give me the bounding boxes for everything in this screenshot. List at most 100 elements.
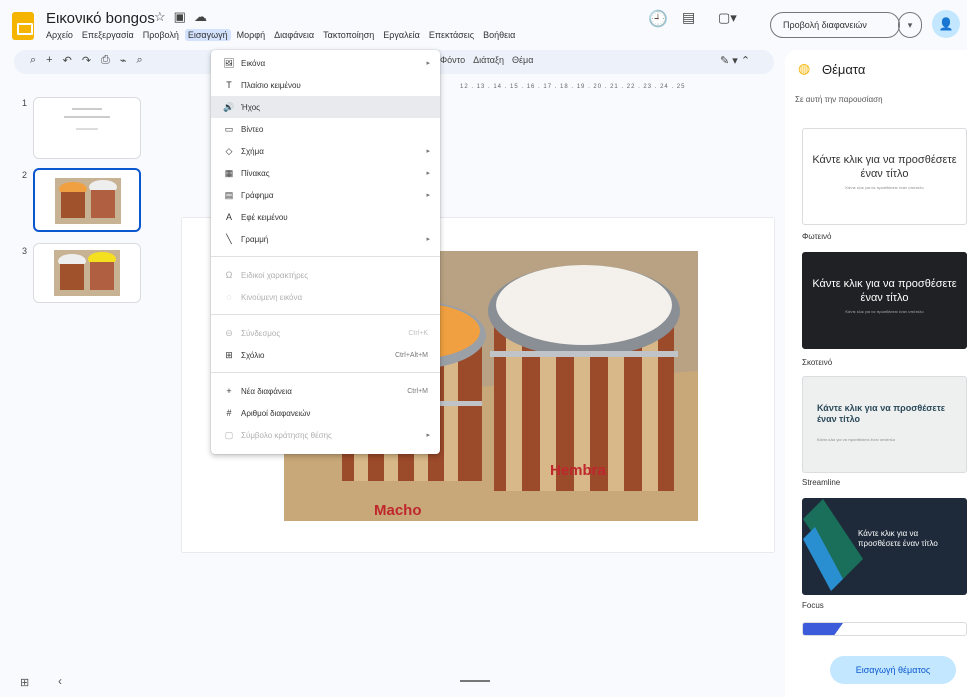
undo-icon[interactable]: ↶ — [63, 54, 72, 67]
theme-card-subtitle: Κάντε κλικ για να προσθέσετε έναν υπότιτ… — [845, 309, 924, 314]
theme-card-title: Κάντε κλικ για να προσθέσετε έναν τίτλο — [858, 529, 938, 548]
placeholder-icon: ▢ — [224, 429, 234, 440]
theme-button[interactable]: Θέμα — [512, 55, 533, 65]
menu-item-video[interactable]: ▭ Βίντεο — [211, 118, 440, 140]
import-theme-button[interactable]: Εισαγωγή θέματος — [830, 656, 956, 684]
print-icon[interactable]: ⎙ — [101, 54, 110, 67]
link-icon: ⊝ — [225, 327, 233, 338]
history-icon[interactable]: 🕘 — [648, 9, 668, 29]
submenu-arrow-icon: ▸ — [426, 170, 430, 177]
theme-card-subtitle: Κάντε κλικ για να προσθέσετε έναν υπότιτ… — [845, 185, 924, 190]
menu-file[interactable]: Αρχείο — [46, 30, 73, 40]
menu-item-image[interactable]: 🖼 Εικόνα ▸ — [211, 52, 440, 74]
themes-title: Θέματα — [822, 62, 866, 77]
themes-subtitle: Σε αυτή την παρουσίαση — [795, 95, 883, 104]
theme-card-title: Κάντε κλικ για να προσθέσετε έναν τίτλο — [817, 403, 945, 424]
star-icon[interactable]: ☆ — [154, 9, 166, 25]
menu-item-word-art[interactable]: A Εφέ κειμένου — [211, 206, 440, 228]
pen-icon[interactable]: ✎ ▾ ⌃ — [720, 54, 750, 67]
toolbar-icons: ⌕ + ↶ ↷ ⎙ ⌁ ⌕ — [30, 54, 143, 67]
cloud-status-icon[interactable]: ☁ — [194, 9, 207, 25]
layout-button[interactable]: Διάταξη — [473, 55, 504, 65]
menu-edit[interactable]: Επεξεργασία — [82, 30, 134, 40]
menu-item-link[interactable]: ⊝ Σύνδεσμος Ctrl+K — [211, 322, 440, 344]
redo-icon[interactable]: ↷ — [82, 54, 91, 67]
slideshow-dropdown-icon[interactable]: ▾ — [898, 12, 922, 38]
collapse-filmstrip-icon[interactable]: ‹ — [58, 674, 62, 688]
search-menus-icon[interactable]: ⌕ — [30, 54, 36, 67]
omega-icon: Ω — [225, 270, 233, 280]
slide-number: 1 — [22, 98, 28, 108]
theme-card-title: Κάντε κλικ για να προσθέσετε έναν τίτλο — [812, 278, 957, 304]
menu-item-new-slide[interactable]: + Νέα διαφάνεια Ctrl+M — [211, 380, 440, 402]
menu-item-placeholder[interactable]: ▢ Σύμβολο κράτησης θέσης ▸ — [211, 424, 440, 446]
theme-card-subtitle: Κάντε κλικ για να προσθέσετε έναν υπότιτ… — [817, 437, 896, 442]
menu-item-slide-numbers[interactable]: # Αριθμοί διαφανειών — [211, 402, 440, 424]
menu-format[interactable]: Μορφή — [237, 30, 265, 40]
label-hembra[interactable]: Hembra — [550, 462, 606, 479]
theme-card-next[interactable] — [802, 622, 967, 636]
menu-slide[interactable]: Διαφάνεια — [274, 30, 314, 40]
menu-item-chart[interactable]: ▤ Γράφημα ▸ — [211, 184, 440, 206]
menu-item-line[interactable]: ╲ Γραμμή ▸ — [211, 228, 440, 250]
menu-item-audio[interactable]: 🔊 Ήχος — [211, 96, 440, 118]
menu-separator — [211, 256, 440, 257]
submenu-arrow-icon: ▸ — [426, 148, 430, 155]
theme-card-title: Κάντε κλικ για να προσθέσετε έναν τίτλο — [812, 154, 957, 180]
background-button[interactable]: Φόντο — [440, 55, 465, 65]
hash-icon: # — [226, 408, 232, 418]
animation-icon: ◌ — [226, 292, 232, 302]
slide-thumbnail-3[interactable] — [33, 243, 141, 303]
theme-card-streamline[interactable]: Κάντε κλικ για να προσθέσετε έναν τίτλο … — [802, 376, 967, 473]
paint-format-icon[interactable]: ⌁ — [120, 54, 127, 67]
menu-item-special-characters[interactable]: Ω Ειδικοί χαρακτήρες — [211, 264, 440, 286]
slide-number: 3 — [22, 246, 28, 256]
theme-card-dark[interactable]: Κάντε κλικ για να προσθέσετε έναν τίτλο … — [802, 252, 967, 349]
image-icon: 🖼 — [223, 57, 235, 68]
title-icons: ☆ ▣ ☁ — [154, 9, 207, 25]
theme-card-focus[interactable]: Κάντε κλικ για να προσθέσετε έναν τίτλο — [802, 498, 967, 595]
meet-icon[interactable]: ▢▾ — [718, 10, 737, 26]
theme-name: Focus — [802, 601, 824, 610]
slide-thumbnail-1[interactable] — [33, 97, 141, 159]
submenu-arrow-icon: ▸ — [426, 432, 430, 439]
grid-view-icon[interactable]: ⊞ — [20, 676, 29, 689]
table-icon: ▦ — [224, 167, 234, 178]
menu-item-shape[interactable]: ◇ Σχήμα ▸ — [211, 140, 440, 162]
label-macho[interactable]: Macho — [374, 502, 422, 519]
slide-thumbnail-2[interactable] — [33, 168, 141, 232]
word-art-icon: A — [225, 212, 232, 222]
submenu-arrow-icon: ▸ — [426, 236, 430, 243]
slides-logo[interactable] — [12, 12, 34, 40]
theme-card-light[interactable]: Κάντε κλικ για να προσθέσετε έναν τίτλο … — [802, 128, 967, 225]
slideshow-button[interactable]: Προβολή διαφανειών — [770, 12, 900, 38]
menu-item-text-box[interactable]: T Πλαίσιο κειμένου — [211, 74, 440, 96]
menu-arrange[interactable]: Τακτοποίηση — [323, 30, 374, 40]
theme-name: Φωτεινό — [802, 232, 832, 241]
menu-view[interactable]: Προβολή — [143, 30, 179, 40]
move-folder-icon[interactable]: ▣ — [174, 9, 186, 25]
theme-name: Σκοτεινό — [802, 358, 833, 367]
shape-icon: ◇ — [225, 145, 233, 156]
share-icon[interactable]: 👤 — [932, 10, 960, 38]
menu-extensions[interactable]: Επεκτάσεις — [429, 30, 474, 40]
document-title[interactable]: Εικονικό bongos — [46, 10, 155, 27]
comment-icon: ⊞ — [225, 349, 233, 360]
menu-item-table[interactable]: ▦ Πίνακας ▸ — [211, 162, 440, 184]
menu-insert[interactable]: Εισαγωγή — [184, 29, 231, 41]
new-slide-icon[interactable]: + — [46, 54, 52, 67]
menu-help[interactable]: Βοήθεια — [483, 30, 515, 40]
menu-item-animation[interactable]: ◌ Κινούμενη εικόνα — [211, 286, 440, 308]
line-icon: ╲ — [226, 233, 232, 244]
zoom-icon[interactable]: ⌕ — [136, 54, 142, 67]
insert-menu: 🖼 Εικόνα ▸ T Πλαίσιο κειμένου 🔊 Ήχος ▭ Β… — [211, 50, 440, 454]
menu-separator — [211, 314, 440, 315]
menu-item-comment[interactable]: ⊞ Σχόλιο Ctrl+Alt+M — [211, 344, 440, 366]
vertical-ruler — [158, 100, 168, 550]
submenu-arrow-icon: ▸ — [426, 60, 430, 67]
text-box-icon: T — [226, 80, 232, 90]
comments-icon[interactable]: ▤ — [682, 9, 695, 26]
toolbar-right: Φόντο Διάταξη Θέμα — [440, 55, 533, 65]
submenu-arrow-icon: ▸ — [426, 192, 430, 199]
menu-tools[interactable]: Εργαλεία — [383, 30, 420, 40]
